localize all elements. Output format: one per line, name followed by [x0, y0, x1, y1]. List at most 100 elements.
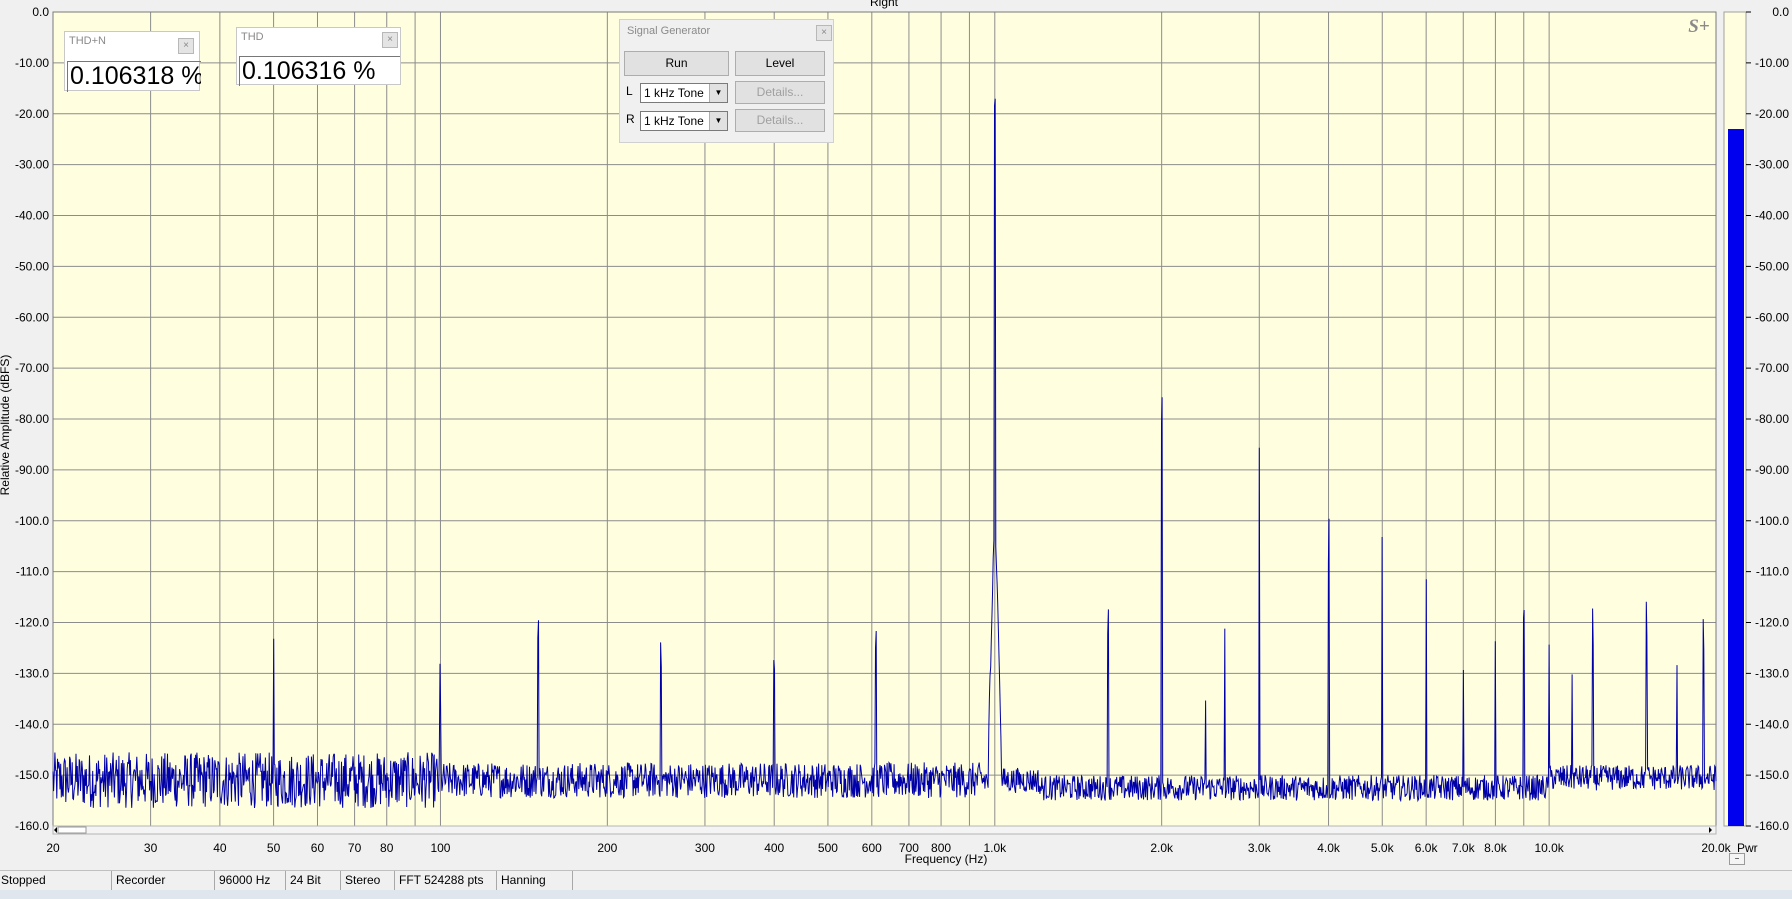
- y-tick-label: -10.00: [15, 56, 49, 70]
- status-bar: Stopped Recorder 96000 Hz 24 Bit Stereo …: [0, 870, 1792, 890]
- status-window: Hanning: [497, 871, 573, 890]
- y-tick-label: -130.0: [15, 666, 49, 680]
- meter-tick-label: -70.00: [1755, 361, 1789, 375]
- left-details-button[interactable]: Details...: [735, 81, 825, 104]
- thdn-value: 0.106318 %: [67, 61, 201, 92]
- power-meter-ticks: 0.0 -10.00 -20.00 -30.00 -40.00 -50.00 -60.00 -…: [1746, 5, 1789, 833]
- meter-tick-label: -100.0: [1755, 514, 1789, 528]
- meter-tick-label: -50.00: [1755, 259, 1789, 273]
- left-tone-value: 1 kHz Tone: [644, 86, 704, 100]
- meter-tick-label: -120.0: [1755, 616, 1789, 630]
- x-tick-label: 200: [597, 841, 617, 855]
- meter-tick-label: -140.0: [1755, 717, 1789, 731]
- x-tick-label: 500: [818, 841, 838, 855]
- status-sample-rate: 96000 Hz: [215, 871, 286, 890]
- chevron-down-icon[interactable]: ▼: [709, 112, 727, 130]
- x-tick-labels: 20 30 40 50 60 70 80 100 200 300 400 500 600 700 800 1.…: [46, 841, 1731, 855]
- thd-value: 0.106316 %: [239, 56, 400, 86]
- y-tick-label: -30.00: [15, 158, 49, 172]
- meter-tick-label: -90.00: [1755, 463, 1789, 477]
- thd-close-icon[interactable]: ×: [382, 32, 398, 48]
- h-scrollbar-thumb[interactable]: [57, 826, 87, 834]
- y-tick-label: -80.00: [15, 412, 49, 426]
- status-channels: Stereo: [341, 871, 395, 890]
- meter-tick-label: -110.0: [1756, 565, 1789, 579]
- y-tick-label: -60.00: [15, 310, 49, 324]
- x-tick-label: 5.0k: [1371, 841, 1395, 855]
- thdn-title: THD+N: [69, 35, 106, 47]
- thd-title: THD: [241, 31, 264, 43]
- x-tick-label: 400: [764, 841, 784, 855]
- meter-tick-label: -150.0: [1755, 768, 1789, 782]
- y-axis-label: Relative Amplitude (dBFS): [0, 355, 12, 496]
- status-fft-size: FFT 524288 pts: [395, 871, 497, 890]
- x-tick-label: 8.0k: [1484, 841, 1508, 855]
- x-tick-label: 4.0k: [1317, 841, 1341, 855]
- h-scrollbar[interactable]: [52, 825, 1717, 835]
- y-tick-label: -100.0: [15, 514, 49, 528]
- x-tick-label: 20.0k: [1701, 841, 1731, 855]
- y-tick-label: -50.00: [15, 259, 49, 273]
- right-tone-select[interactable]: 1 kHz Tone ▼: [640, 111, 728, 131]
- x-axis-label: Frequency (Hz): [905, 852, 988, 866]
- meter-tick-label: -40.00: [1755, 209, 1789, 223]
- status-mode: Recorder: [112, 871, 215, 890]
- meter-tick-label: -130.0: [1755, 666, 1789, 680]
- y-tick-label: -40.00: [15, 209, 49, 223]
- y-tick-label: -120.0: [15, 616, 49, 630]
- meter-tick-label: -60.00: [1755, 310, 1789, 324]
- left-channel-label: L: [626, 84, 633, 98]
- chevron-down-icon[interactable]: ▼: [709, 84, 727, 102]
- x-tick-label: 20: [46, 841, 60, 855]
- taskbar-strip: [0, 890, 1792, 899]
- meter-tick-label: -20.00: [1755, 107, 1789, 121]
- y-tick-labels: 0.0 -10.00 -20.00 -30.00 -40.00 -50.00 -60.00 -…: [15, 5, 49, 833]
- signal-generator-panel: Signal Generator × Run Level L 1 kHz Ton…: [619, 19, 834, 143]
- app-logo: S+: [1688, 16, 1709, 37]
- meter-tick-label: -10.00: [1755, 56, 1789, 70]
- signal-generator-close-icon[interactable]: ×: [816, 25, 832, 41]
- x-tick-label: 6.0k: [1415, 841, 1439, 855]
- right-channel-label: R: [626, 112, 635, 126]
- y-tick-label: -160.0: [15, 819, 49, 833]
- x-tick-label: 40: [213, 841, 227, 855]
- x-tick-label: 2.0k: [1150, 841, 1174, 855]
- thdn-close-icon[interactable]: ×: [178, 38, 194, 54]
- status-state: Stopped: [0, 871, 112, 890]
- meter-tick-label: 0.0: [1772, 5, 1789, 19]
- left-tone-select[interactable]: 1 kHz Tone ▼: [640, 83, 728, 103]
- meter-tick-label: -160.0: [1755, 819, 1789, 833]
- x-tick-label: 70: [348, 841, 362, 855]
- y-tick-label: -90.00: [15, 463, 49, 477]
- x-tick-label: 10.0k: [1534, 841, 1564, 855]
- power-meter-bar: [1728, 129, 1744, 826]
- y-tick-label: -140.0: [15, 717, 49, 731]
- level-button[interactable]: Level: [735, 51, 825, 76]
- y-tick-label: -150.0: [15, 768, 49, 782]
- y-tick-label: -110.0: [16, 565, 49, 579]
- y-tick-label: -20.00: [15, 107, 49, 121]
- right-details-button[interactable]: Details...: [735, 109, 825, 132]
- meter-collapse-button[interactable]: −: [1729, 853, 1745, 865]
- x-tick-label: 300: [695, 841, 715, 855]
- signal-generator-title: Signal Generator: [627, 25, 711, 37]
- x-tick-label: 60: [311, 841, 325, 855]
- meter-tick-label: -30.00: [1755, 158, 1789, 172]
- thd-panel: THD × 0.106316 %: [236, 27, 401, 86]
- y-tick-label: 0.0: [32, 5, 49, 19]
- thdn-panel: THD+N × 0.106318 %: [64, 31, 201, 92]
- x-tick-label: 30: [144, 841, 158, 855]
- chart-title: Right: [870, 0, 899, 9]
- run-button[interactable]: Run: [624, 51, 729, 76]
- x-tick-label: 3.0k: [1248, 841, 1272, 855]
- x-tick-label: 600: [862, 841, 882, 855]
- spectrum-chart[interactable]: 0.0 -10.00 -20.00 -30.00 -40.00 -50.00 -60.00 -…: [0, 0, 1792, 870]
- x-tick-label: 7.0k: [1452, 841, 1476, 855]
- meter-tick-label: -80.00: [1755, 412, 1789, 426]
- x-tick-label: 50: [267, 841, 281, 855]
- x-tick-label: 100: [430, 841, 450, 855]
- status-bit-depth: 24 Bit: [286, 871, 341, 890]
- x-tick-label: 80: [380, 841, 394, 855]
- right-tone-value: 1 kHz Tone: [644, 114, 704, 128]
- y-tick-label: -70.00: [15, 361, 49, 375]
